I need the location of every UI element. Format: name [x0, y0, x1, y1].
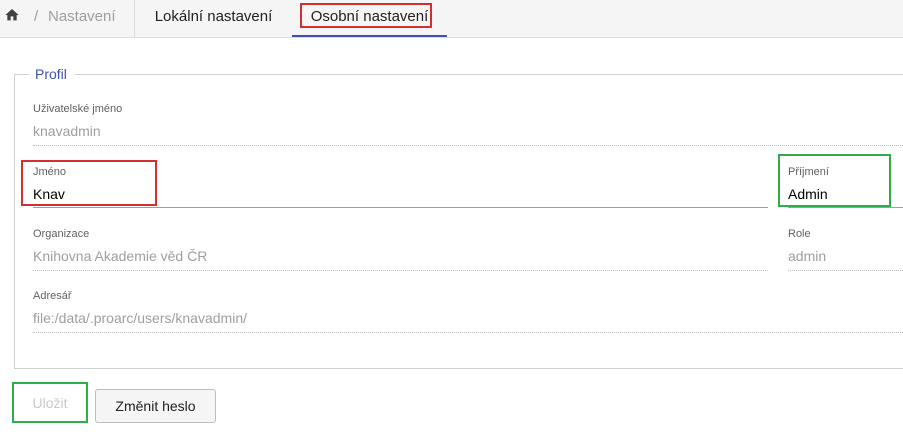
divider	[134, 0, 135, 37]
first-name-underline	[33, 207, 768, 208]
profile-legend: Profil	[35, 66, 67, 82]
username-underline	[33, 145, 903, 146]
username-value: knavadmin	[33, 123, 101, 139]
save-button[interactable]: Uložit	[12, 382, 88, 423]
breadcrumb-settings[interactable]: Nastavení	[48, 8, 116, 25]
highlight-box	[300, 3, 432, 28]
last-name-input[interactable]: Admin	[788, 186, 828, 202]
first-name-input[interactable]: Knav	[33, 186, 65, 202]
breadcrumb-separator: /	[34, 8, 39, 25]
directory-underline	[33, 332, 903, 333]
role-value: admin	[788, 248, 827, 264]
directory-value: file:/data/.proarc/users/knavadmin/	[33, 310, 247, 326]
organization-label: Organizace	[33, 228, 90, 240]
last-name-label: Příjmení	[788, 166, 829, 178]
last-name-underline	[788, 207, 903, 208]
tab-personal-settings[interactable]: Osobní nastavení	[292, 0, 447, 37]
role-underline	[788, 270, 903, 271]
directory-label: Adresář	[33, 290, 72, 302]
role-label: Role	[788, 228, 811, 240]
username-label: Uživatelské jméno	[33, 103, 123, 115]
home-icon[interactable]	[4, 7, 20, 23]
first-name-label: Jméno	[33, 166, 67, 178]
organization-underline	[33, 270, 768, 271]
tab-local-settings[interactable]: Lokální nastavení	[143, 0, 284, 37]
organization-value: Knihovna Akademie věd ČR	[33, 248, 208, 264]
top-navigation-bar: / Nastavení Lokální nastavení Osobní nas…	[0, 0, 903, 38]
change-password-button[interactable]: Změnit heslo	[95, 389, 216, 423]
